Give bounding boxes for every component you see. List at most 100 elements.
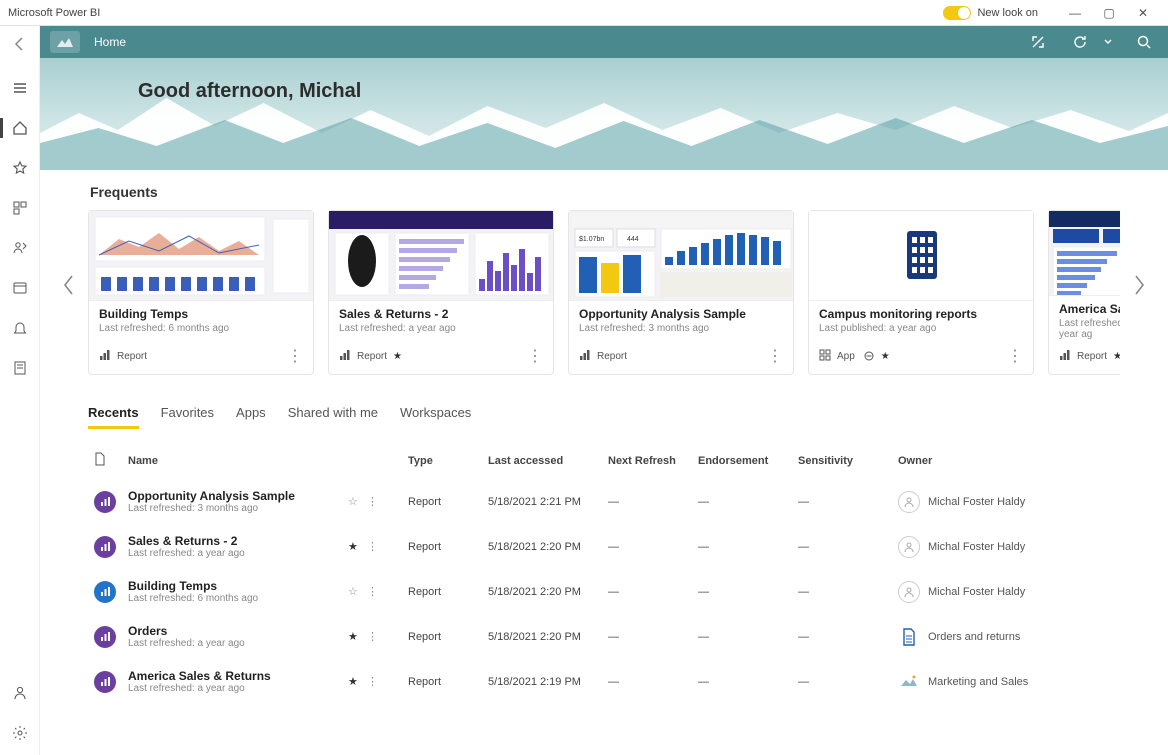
row-more-button[interactable]: ⋮	[367, 586, 378, 598]
card-subtitle: Last refreshed: 6 months ago	[99, 323, 303, 334]
workspaces-icon[interactable]	[6, 274, 34, 302]
card-more-button[interactable]: ⋮	[1007, 346, 1023, 366]
column-header[interactable]: Last accessed	[482, 442, 602, 479]
file-header-icon	[94, 452, 106, 466]
cell-type: Report	[402, 479, 482, 524]
hamburger-menu-icon[interactable]	[6, 74, 34, 102]
star-icon[interactable]: ★	[1113, 351, 1120, 362]
cell-next-refresh: —	[602, 569, 692, 614]
card-thumbnail	[1049, 211, 1120, 296]
card-title: Building Temps	[99, 307, 303, 321]
report-icon	[94, 536, 116, 558]
star-icon[interactable]: ★	[881, 351, 890, 362]
column-header[interactable]: Type	[402, 442, 482, 479]
table-row[interactable]: America Sales & Returns Last refreshed: …	[88, 659, 1120, 704]
card-thumbnail	[809, 211, 1033, 301]
person-icon	[898, 581, 920, 603]
column-header[interactable]: Sensitivity	[792, 442, 892, 479]
new-look-toggle[interactable]: New look on	[943, 6, 1038, 20]
tab-favorites[interactable]: Favorites	[161, 405, 214, 429]
card-more-button[interactable]: ⋮	[527, 346, 543, 366]
table-row[interactable]: Sales & Returns - 2 Last refreshed: a ye…	[88, 524, 1120, 569]
settings-icon[interactable]	[6, 719, 34, 747]
column-header[interactable]	[342, 442, 402, 479]
row-more-button[interactable]: ⋮	[367, 496, 378, 508]
cell-sensitivity: —	[792, 479, 892, 524]
favorite-toggle[interactable]: ★	[348, 541, 358, 553]
notifications-icon[interactable]	[6, 314, 34, 342]
content-tabs: Recents Favorites Apps Shared with me Worksp…	[88, 405, 1120, 430]
card-more-button[interactable]: ⋮	[767, 346, 783, 366]
star-icon[interactable]: ★	[393, 351, 402, 362]
home-icon[interactable]	[6, 114, 34, 142]
column-header[interactable]: Owner	[892, 442, 1120, 479]
frequent-card[interactable]: America Sales & Last refreshed: a year a…	[1048, 210, 1120, 375]
column-header[interactable]	[88, 442, 122, 479]
cell-sensitivity: —	[792, 569, 892, 614]
carousel-next-button[interactable]	[1128, 270, 1150, 300]
frequent-card[interactable]: $1.07bn 444 Opportunity Analysis Sample …	[568, 210, 794, 375]
card-type-label: Report	[117, 351, 147, 362]
favorite-toggle[interactable]: ☆	[348, 586, 358, 598]
cell-owner: Michal Foster Haldy	[892, 479, 1120, 524]
row-more-button[interactable]: ⋮	[367, 676, 378, 688]
cell-last-accessed: 5/18/2021 2:20 PM	[482, 524, 602, 569]
item-name: Opportunity Analysis Sample	[128, 489, 336, 503]
apps-icon[interactable]	[6, 194, 34, 222]
card-more-button[interactable]: ⋮	[287, 346, 303, 366]
frequents-heading: Frequents	[90, 184, 1120, 200]
fullscreen-button[interactable]	[1024, 28, 1052, 56]
toggle-label: New look on	[977, 7, 1038, 19]
favorites-icon[interactable]	[6, 154, 34, 182]
left-navigation	[0, 26, 40, 755]
report-icon	[94, 671, 116, 693]
tab-recents[interactable]: Recents	[88, 405, 139, 429]
tab-shared with me[interactable]: Shared with me	[288, 405, 378, 429]
carousel-prev-button[interactable]	[58, 270, 80, 300]
back-button[interactable]	[6, 30, 34, 58]
report-icon	[94, 626, 116, 648]
deployment-pipelines-icon[interactable]	[6, 354, 34, 382]
cell-type: Report	[402, 614, 482, 659]
account-icon[interactable]	[6, 679, 34, 707]
table-row[interactable]: Orders Last refreshed: a year ago ★ ⋮ Re…	[88, 614, 1120, 659]
shared-with-me-icon[interactable]	[6, 234, 34, 262]
tab-apps[interactable]: Apps	[236, 405, 266, 429]
cell-owner: Michal Foster Haldy	[892, 524, 1120, 569]
row-more-button[interactable]: ⋮	[367, 631, 378, 643]
cell-next-refresh: —	[602, 524, 692, 569]
cell-last-accessed: 5/18/2021 2:19 PM	[482, 659, 602, 704]
cell-endorsement: —	[692, 614, 792, 659]
column-header[interactable]: Name	[122, 442, 342, 479]
item-subtitle: Last refreshed: a year ago	[128, 683, 336, 694]
close-button[interactable]: ✕	[1126, 3, 1160, 23]
item-name: America Sales & Returns	[128, 669, 336, 683]
frequent-card[interactable]: Campus monitoring reports Last published…	[808, 210, 1034, 375]
favorite-toggle[interactable]: ☆	[348, 496, 358, 508]
refresh-button[interactable]	[1066, 28, 1094, 56]
refresh-dropdown-icon[interactable]	[1100, 28, 1116, 56]
cell-endorsement: —	[692, 569, 792, 614]
frequent-card[interactable]: Sales & Returns - 2 Last refreshed: a ye…	[328, 210, 554, 375]
search-button[interactable]	[1130, 28, 1158, 56]
title-bar: Microsoft Power BI New look on — ▢ ✕	[0, 0, 1168, 26]
favorite-toggle[interactable]: ★	[348, 631, 358, 643]
card-type-icon	[579, 349, 591, 364]
favorite-toggle[interactable]: ★	[348, 676, 358, 688]
frequents-carousel: Building Temps Last refreshed: 6 months …	[88, 210, 1120, 375]
row-more-button[interactable]: ⋮	[367, 541, 378, 553]
column-header[interactable]: Endorsement	[692, 442, 792, 479]
item-name: Sales & Returns - 2	[128, 534, 336, 548]
frequent-card[interactable]: Building Temps Last refreshed: 6 months …	[88, 210, 314, 375]
card-subtitle: Last refreshed: a year ago	[339, 323, 543, 334]
maximize-button[interactable]: ▢	[1092, 3, 1126, 23]
table-row[interactable]: Opportunity Analysis Sample Last refresh…	[88, 479, 1120, 524]
report-icon	[94, 581, 116, 603]
tab-workspaces[interactable]: Workspaces	[400, 405, 471, 429]
hero-banner: Good afternoon, Michal	[40, 58, 1168, 170]
column-header[interactable]: Next Refresh	[602, 442, 692, 479]
table-row[interactable]: Building Temps Last refreshed: 6 months …	[88, 569, 1120, 614]
cell-endorsement: —	[692, 524, 792, 569]
cell-type: Report	[402, 524, 482, 569]
minimize-button[interactable]: —	[1058, 3, 1092, 23]
